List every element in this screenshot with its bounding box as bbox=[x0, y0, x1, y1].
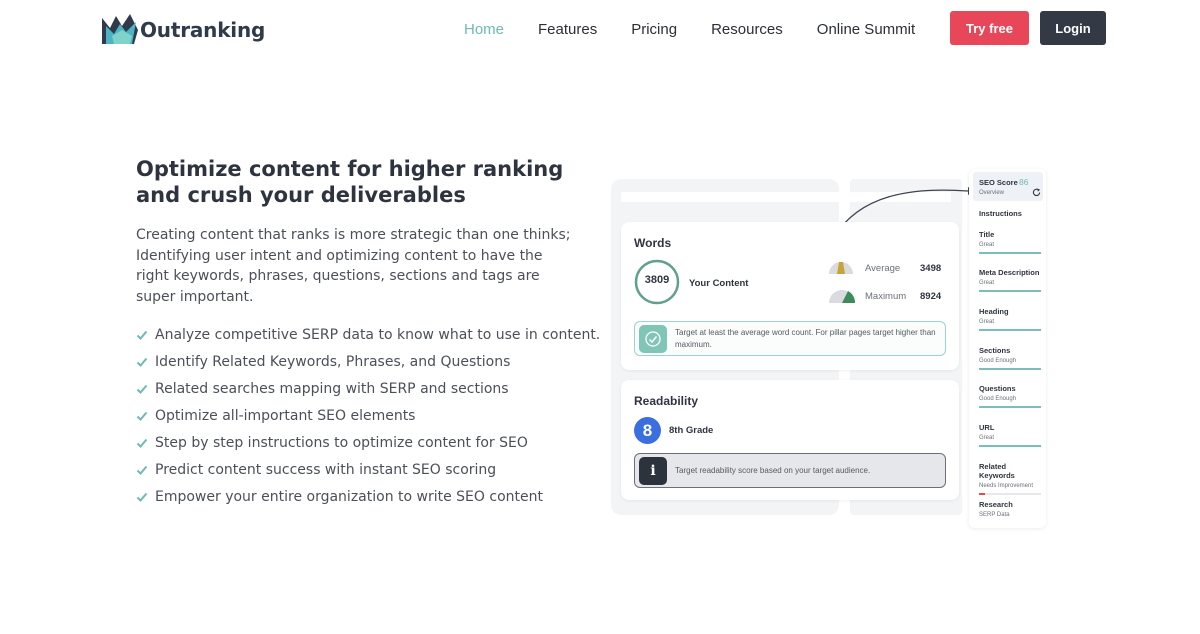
seo-item-bar bbox=[979, 252, 1041, 254]
logo-mark-icon bbox=[102, 14, 138, 44]
seo-item-related-keywords[interactable]: Related Keywords Needs Improvement bbox=[979, 462, 1041, 495]
seo-item-name: URL bbox=[979, 423, 995, 432]
feature-item: Predict content success with instant SEO… bbox=[136, 456, 600, 483]
feature-text: Analyze competitive SERP data to know wh… bbox=[155, 326, 601, 343]
nav-home[interactable]: Home bbox=[464, 20, 504, 40]
maximum-label: Maximum bbox=[865, 291, 907, 302]
words-note-text: Target at least the average word count. … bbox=[675, 327, 936, 349]
feature-item: Empower your entire organization to writ… bbox=[136, 483, 600, 510]
try-free-button[interactable]: Try free bbox=[950, 11, 1029, 45]
seo-item-name: Title bbox=[979, 230, 995, 239]
seo-item-questions[interactable]: Questions Good Enough bbox=[979, 384, 1041, 408]
seo-score-header: SEO Score 86 Overview bbox=[973, 172, 1043, 201]
seo-item-bar bbox=[979, 493, 1041, 495]
seo-item-status: Great bbox=[979, 319, 995, 325]
seo-item-status: Good Enough bbox=[979, 358, 1017, 364]
feature-text: Predict content success with instant SEO… bbox=[155, 461, 497, 478]
seo-item-heading[interactable]: Heading Great bbox=[979, 307, 1041, 331]
readability-card: Readability 8 8th Grade i Target readabi… bbox=[621, 380, 959, 500]
seo-item-url[interactable]: URL Great bbox=[979, 423, 1041, 447]
feature-text: Related searches mapping with SERP and s… bbox=[155, 380, 509, 397]
seo-item-name: Heading bbox=[979, 307, 1009, 316]
grade-label: 8th Grade bbox=[669, 425, 714, 436]
seo-item-status: Needs Improvement bbox=[979, 483, 1034, 489]
seo-item-name: Meta Description bbox=[979, 268, 1040, 277]
seo-item-status: SERP Data bbox=[979, 512, 1010, 518]
words-card: Words 3809 Your Content Average 3498 Max… bbox=[621, 222, 959, 370]
feature-item: Related searches mapping with SERP and s… bbox=[136, 375, 600, 402]
seo-item-status: Great bbox=[979, 280, 995, 286]
maximum-gauge-icon bbox=[829, 290, 856, 303]
nav-pricing[interactable]: Pricing bbox=[631, 20, 677, 40]
seo-score-value: 86 bbox=[1019, 177, 1029, 187]
seo-item-bar bbox=[979, 445, 1041, 447]
word-count-value: 3809 bbox=[644, 274, 670, 286]
grade-number: 8 bbox=[642, 420, 653, 440]
average-gauge-icon bbox=[829, 262, 853, 274]
readability-note: i Target readability score based on your… bbox=[634, 453, 946, 488]
intro-paragraph: Creating content that ranks is more stra… bbox=[136, 227, 571, 305]
words-note: Target at least the average word count. … bbox=[634, 321, 946, 356]
seo-item-meta-description[interactable]: Meta Description Great bbox=[979, 268, 1041, 292]
feature-text: Step by step instructions to optimize co… bbox=[155, 434, 528, 451]
seo-item-status: Great bbox=[979, 242, 995, 248]
refresh-icon[interactable] bbox=[1032, 188, 1041, 197]
seo-item-status: Great bbox=[979, 435, 995, 441]
instructions-label: Instructions bbox=[979, 209, 1022, 218]
feature-item: Analyze competitive SERP data to know wh… bbox=[136, 321, 600, 348]
brand-logo[interactable]: Outranking bbox=[102, 14, 265, 46]
seo-item-name: Research bbox=[979, 500, 1013, 509]
success-check-icon bbox=[639, 324, 667, 353]
seo-item-research[interactable]: Research SERP Data bbox=[979, 500, 1041, 518]
feature-text: Identify Related Keywords, Phrases, and … bbox=[155, 353, 511, 370]
check-icon bbox=[136, 384, 148, 394]
nav-features[interactable]: Features bbox=[538, 20, 597, 40]
seo-item-title[interactable]: Title Great bbox=[979, 230, 1041, 254]
seo-item-name: Related Keywords bbox=[979, 462, 1015, 480]
seo-item-name: Sections bbox=[979, 346, 1011, 355]
seo-score-label: SEO Score bbox=[979, 178, 1018, 187]
seo-item-bar bbox=[979, 290, 1041, 292]
maximum-value: 8924 bbox=[920, 291, 942, 302]
seo-item-sections[interactable]: Sections Good Enough bbox=[979, 346, 1041, 370]
feature-item: Identify Related Keywords, Phrases, and … bbox=[136, 348, 600, 375]
feature-text: Empower your entire organization to writ… bbox=[155, 488, 543, 505]
info-icon: i bbox=[639, 456, 667, 485]
login-button[interactable]: Login bbox=[1040, 11, 1106, 45]
grade-badge: 8 bbox=[634, 417, 661, 444]
feature-list: Analyze competitive SERP data to know wh… bbox=[136, 321, 600, 510]
feature-item: Step by step instructions to optimize co… bbox=[136, 429, 600, 456]
check-icon bbox=[136, 330, 148, 340]
seo-item-bar bbox=[979, 406, 1041, 408]
readability-note-text: Target readability score based on your t… bbox=[675, 465, 871, 475]
feature-text: Optimize all-important SEO elements bbox=[155, 407, 416, 424]
seo-item-status: Good Enough bbox=[979, 396, 1017, 402]
your-content-label: Your Content bbox=[689, 278, 749, 289]
check-icon bbox=[136, 492, 148, 502]
check-icon bbox=[136, 438, 148, 448]
seo-item-bar bbox=[979, 329, 1041, 331]
nav-resources[interactable]: Resources bbox=[711, 20, 783, 40]
seo-item-name: Questions bbox=[979, 384, 1016, 393]
seo-item-bar bbox=[979, 368, 1041, 370]
nav-online-summit[interactable]: Online Summit bbox=[817, 20, 915, 40]
words-title: Words bbox=[634, 236, 672, 250]
check-icon bbox=[136, 411, 148, 421]
main-nav: Home Features Pricing Resources Online S… bbox=[464, 20, 949, 40]
seo-score-panel: SEO Score 86 Overview Instructions Title… bbox=[969, 169, 1046, 528]
average-value: 3498 bbox=[920, 263, 942, 274]
check-icon bbox=[136, 465, 148, 475]
readability-title: Readability bbox=[634, 394, 699, 408]
overview-label: Overview bbox=[979, 190, 1005, 196]
check-icon bbox=[136, 357, 148, 367]
brand-name: Outranking bbox=[140, 18, 266, 42]
average-label: Average bbox=[865, 263, 901, 274]
page-title: Optimize content for higher ranking and … bbox=[136, 157, 564, 207]
feature-item: Optimize all-important SEO elements bbox=[136, 402, 600, 429]
